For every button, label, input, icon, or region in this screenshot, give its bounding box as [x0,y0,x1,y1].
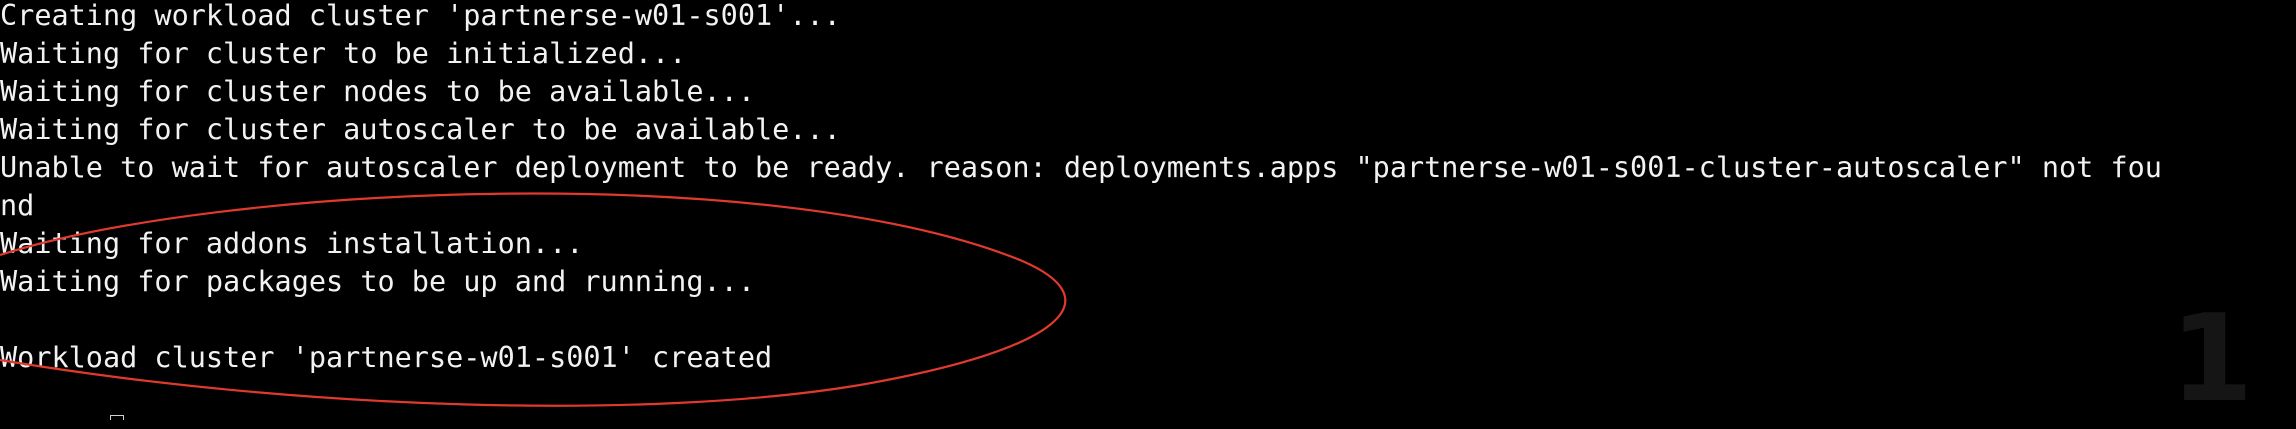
terminal-line-creating-cluster: Creating workload cluster 'partnerse-w01… [0,0,841,32]
terminal-window[interactable]: Creating workload cluster 'partnerse-w01… [0,0,2296,420]
terminal-cursor [110,415,124,420]
terminal-line-waiting-initialized: Waiting for cluster to be initialized... [0,37,687,70]
watermark-number: 1 [2170,290,2254,429]
terminal-line-autoscaler-error-wrap: nd [0,189,35,222]
terminal-line-cluster-created: Workload cluster 'partnerse-w01-s001' cr… [0,341,773,374]
terminal-line-waiting-addons: Waiting for addons installation... [0,227,584,260]
terminal-line-waiting-nodes: Waiting for cluster nodes to be availabl… [0,75,755,108]
terminal-line-waiting-autoscaler: Waiting for cluster autoscaler to be ava… [0,113,841,146]
terminal-line-autoscaler-error: Unable to wait for autoscaler deployment… [0,151,2162,184]
terminal-line-waiting-packages: Waiting for packages to be up and runnin… [0,265,755,298]
